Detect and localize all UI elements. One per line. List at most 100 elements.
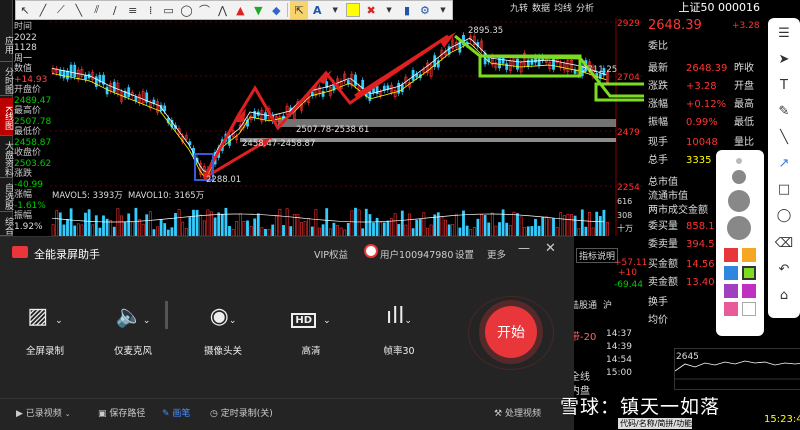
pct-value: -1.61% [14, 200, 46, 211]
line-icon[interactable]: ╱ [34, 1, 52, 19]
avatar[interactable] [364, 244, 378, 258]
volume-bar [426, 227, 429, 237]
open-value: 2489.47 [14, 95, 52, 106]
ray-icon[interactable]: ⟋ [52, 1, 70, 19]
color-icon[interactable] [344, 1, 362, 19]
volume-bar [440, 216, 444, 237]
menu-icon[interactable]: ☰ [768, 22, 800, 44]
quote-value: 858.1 [686, 221, 715, 232]
volume-bar [253, 218, 257, 237]
vip-link[interactable]: VIP权益 [314, 247, 348, 261]
rect-icon[interactable]: □ [768, 178, 800, 200]
swatch-red[interactable] [724, 248, 738, 262]
tab-data[interactable]: 数据 [532, 1, 550, 14]
quality-button[interactable]: HD ⌄ 高清 [276, 303, 346, 357]
volume-bar [195, 209, 199, 237]
note-icon[interactable]: ▮ [398, 1, 416, 19]
size-xlarge[interactable] [727, 216, 751, 240]
delete-icon[interactable]: ✖ [362, 1, 380, 19]
chevron-down-icon[interactable]: ▼ [380, 1, 398, 19]
volume-bar [591, 227, 595, 237]
settings-icon[interactable]: ⚙ [416, 1, 434, 19]
audio-source-button[interactable]: 🔈⌄ 仅麦克风 [98, 303, 168, 357]
volume-bar [566, 213, 570, 237]
tab-jiuzhuan[interactable]: 九转 [510, 1, 528, 14]
swatch-orange[interactable] [742, 248, 756, 262]
fib-icon[interactable]: ≡ [124, 1, 142, 19]
tab-composite[interactable]: 综合 [0, 214, 13, 236]
chevron-down-icon[interactable]: ▼ [326, 1, 344, 19]
index-change: +3.28 [732, 21, 760, 31]
volume-bar [177, 209, 181, 237]
volume-bar [508, 225, 512, 237]
polyline-icon[interactable]: ⋀ [213, 1, 231, 19]
undo-icon[interactable]: ↶ [768, 258, 800, 280]
brush-link[interactable]: ✎ 画笔 [162, 406, 190, 419]
arrow-down-icon[interactable]: ▼ [249, 1, 267, 19]
timer-record-link[interactable]: ◷ 定时录制(关) [210, 406, 273, 419]
eraser-icon[interactable]: ⌫ [768, 232, 800, 254]
select-icon[interactable]: ⇱ [290, 1, 309, 19]
tab-kline[interactable]: K线图 [0, 98, 13, 136]
cursor-icon[interactable]: ↖ [16, 1, 34, 19]
arrow-up-icon[interactable]: ▲ [231, 1, 249, 19]
candle [84, 74, 87, 80]
fullscreen-record-button[interactable]: ▨ ⌄ 全屏录制 [10, 303, 80, 357]
user-name[interactable]: 用户100947980 [380, 247, 453, 261]
segment-icon[interactable]: ╲ [70, 1, 88, 19]
text-icon[interactable]: T [768, 74, 800, 96]
tab-shanghai[interactable]: 沪 [603, 298, 612, 311]
change-label: 涨跌 [14, 169, 33, 179]
swatch-magenta[interactable] [742, 284, 756, 298]
kline-chart[interactable]: 2895.35 2288.01 2711.25 2507.78-2538.61 … [50, 18, 644, 238]
minimize-icon[interactable]: — [518, 241, 530, 255]
tab-intraday[interactable]: 分时图 [0, 64, 13, 96]
framerate-button[interactable]: ıll⌄ 帧率30 [364, 303, 434, 357]
swatch-white[interactable] [742, 302, 756, 316]
recorded-videos-link[interactable]: ▶ 已录视频 ⌄ [16, 406, 71, 419]
process-video-link[interactable]: ⚒ 处理视频 [494, 406, 541, 419]
camera-button[interactable]: ◉⌄ 摄像头关 [188, 303, 258, 357]
swatch-purple[interactable] [724, 284, 738, 298]
arc-icon[interactable]: ⌒ [196, 1, 214, 19]
chevron-down-icon[interactable]: ▼ [434, 1, 452, 19]
volume-bar [400, 210, 404, 237]
size-medium[interactable] [732, 170, 746, 184]
size-large[interactable] [728, 190, 750, 212]
candle [62, 70, 66, 79]
tab-ma[interactable]: 均线 [554, 1, 572, 14]
tab-watchlist[interactable]: 自选股 [0, 180, 13, 212]
save-path-link[interactable]: ▣ 保存路径 [98, 406, 145, 419]
tab-northbound[interactable]: 陆股通 [570, 298, 597, 311]
volume-bar [148, 211, 152, 237]
font-icon[interactable]: A [308, 1, 326, 19]
wrench-icon: ⚒ [494, 409, 503, 419]
line-icon[interactable]: ╲ [768, 126, 800, 148]
ellipse-icon[interactable]: ◯ [768, 204, 800, 226]
clear-icon[interactable]: ⌂ [768, 284, 800, 306]
value-value: +14.93 [14, 74, 48, 85]
quote-row: 涨跌 +3.28 开盘 [644, 80, 762, 93]
size-small[interactable] [736, 158, 742, 164]
diamond-icon[interactable]: ◆ [267, 1, 285, 19]
swatch-blue[interactable] [724, 266, 738, 280]
tab-analysis[interactable]: 分析 [576, 1, 594, 14]
cursor-icon[interactable]: ➤ [768, 48, 800, 70]
ellipse-icon[interactable]: ◯ [178, 1, 196, 19]
quote-value: +0.12% [686, 99, 727, 110]
vol-axis-tick: 十万 [617, 223, 633, 233]
parallel-icon[interactable]: ⫽ [88, 1, 106, 19]
channel-icon[interactable]: ∕ [106, 1, 124, 19]
tab-market-info[interactable]: 大盘资料 [0, 138, 13, 178]
rect-icon[interactable]: ▭ [160, 1, 178, 19]
swatch-pink[interactable] [724, 302, 738, 316]
close-icon[interactable]: ✕ [545, 241, 556, 256]
tab-apps[interactable]: 应用 [0, 26, 13, 62]
settings-link[interactable]: 设置 [455, 247, 474, 261]
pen-icon[interactable]: ✎ [768, 100, 800, 122]
swatch-green[interactable] [742, 266, 756, 280]
indicator-tab[interactable]: 指标说明 [576, 248, 619, 263]
period-icon[interactable]: ⁞ [142, 1, 160, 19]
more-link[interactable]: 更多 [487, 247, 506, 261]
arrow-icon[interactable]: ↗ [768, 152, 800, 174]
